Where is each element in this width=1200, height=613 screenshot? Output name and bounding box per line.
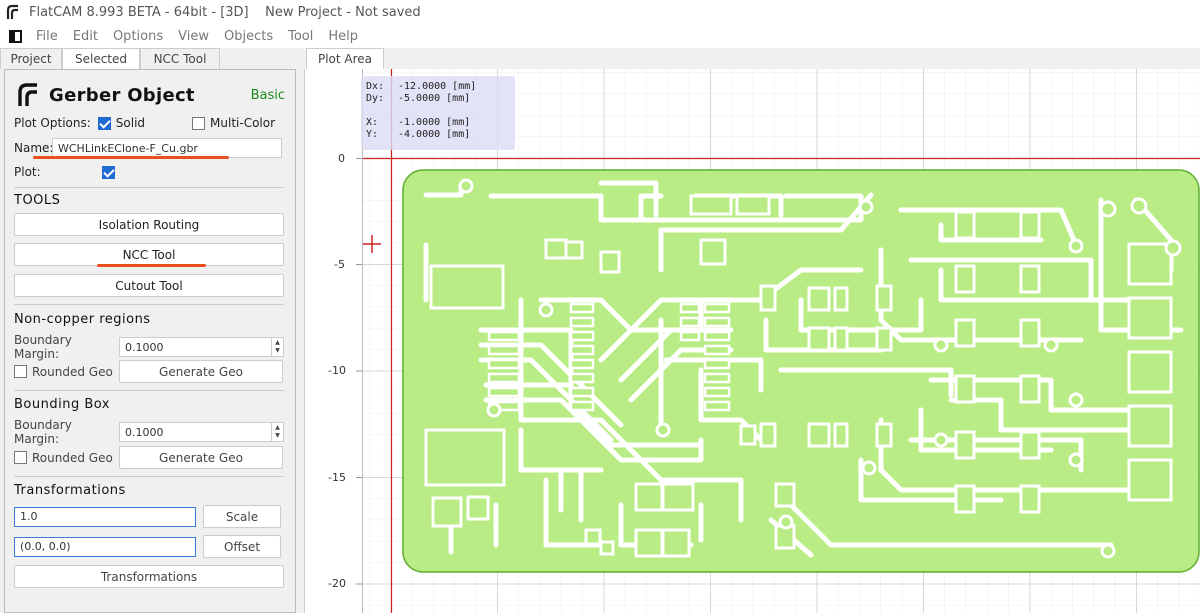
rounded-geo-label: Rounded Geo <box>32 364 113 379</box>
menu-view[interactable]: View <box>178 29 209 44</box>
divider <box>14 390 284 391</box>
noncopper-margin-value: 0.1000 <box>125 340 164 354</box>
plot-canvas[interactable]: 0 -5 -10 -15 -20 <box>304 69 1200 613</box>
x-value: -1.0000 [mm] <box>398 117 471 128</box>
y-tick-label: -10 <box>328 364 346 377</box>
menu-file[interactable]: File <box>36 29 58 44</box>
offset-input[interactable]: (0.0, 0.0) <box>14 536 196 557</box>
name-highlight-underline <box>33 156 229 159</box>
noncopper-margin-row: Boundary Margin: 0.1000 ▲ ▼ <box>14 333 284 361</box>
name-label: Name: <box>14 141 54 155</box>
y-tick-label: -5 <box>334 258 345 271</box>
flatcam-logo-icon <box>18 83 37 106</box>
window-title: FlatCAM 8.993 BETA - 64bit - [3D] New Pr… <box>29 4 421 20</box>
left-tab-bar: Project Selected NCC Tool <box>0 48 300 69</box>
transformations-button[interactable]: Transformations <box>14 565 284 588</box>
tab-selected[interactable]: Selected <box>62 48 140 69</box>
menu-edit[interactable]: Edit <box>73 29 98 44</box>
bbox-margin-input[interactable]: 0.1000 ▲ ▼ <box>119 422 284 442</box>
tab-ncc-tool[interactable]: NCC Tool <box>140 48 220 69</box>
title-bar: FlatCAM 8.993 BETA - 64bit - [3D] New Pr… <box>0 0 1200 24</box>
x-label: X: <box>366 117 379 128</box>
menu-objects[interactable]: Objects <box>224 29 273 44</box>
spin-arrows-icon[interactable]: ▲ ▼ <box>271 423 283 441</box>
transformations-title: Transformations <box>14 483 126 498</box>
noncopper-title: Non-copper regions <box>14 312 151 327</box>
divider <box>14 187 284 188</box>
ncc-highlight-underline <box>97 264 206 267</box>
plot-svg <box>305 69 1200 613</box>
bbox-title: Bounding Box <box>14 397 111 412</box>
scale-button[interactable]: Scale <box>203 505 281 528</box>
solid-label: Solid <box>115 116 146 130</box>
y-tick-label: -20 <box>328 577 346 590</box>
tools-title: TOOLS <box>14 193 61 208</box>
solid-checkbox[interactable] <box>97 116 111 130</box>
plot-checkbox[interactable] <box>102 165 115 179</box>
app-level-label[interactable]: Basic <box>251 88 285 103</box>
isolation-routing-button[interactable]: Isolation Routing <box>14 213 284 236</box>
offset-button[interactable]: Offset <box>203 535 281 558</box>
dy-value: -5.0000 [mm] <box>398 93 471 104</box>
rounded-geo-label: Rounded Geo <box>32 450 113 465</box>
object-header: Gerber Object <box>15 82 195 108</box>
y-label: Y: <box>366 129 379 140</box>
bbox-margin-value: 0.1000 <box>125 425 164 439</box>
plot-label: Plot: <box>14 165 41 179</box>
boundary-margin-label: Boundary Margin: <box>14 418 72 446</box>
plot-options-label: Plot Options: <box>14 116 91 130</box>
selected-object-panel: Gerber Object Basic Plot Options: Solid … <box>4 69 296 613</box>
name-row: Name: WCHLinkEClone-F_Cu.gbr <box>14 138 282 158</box>
spin-arrows-icon[interactable]: ▲ ▼ <box>271 338 283 356</box>
cutout-tool-button[interactable]: Cutout Tool <box>14 274 284 297</box>
bbox-rounded-row: Rounded Geo Generate Geo <box>14 446 283 469</box>
y-value: -4.0000 [mm] <box>398 129 471 140</box>
divider <box>14 476 284 477</box>
menu-tool[interactable]: Tool <box>288 29 313 44</box>
coordinate-readout: Dx: -12.0000 [mm] Dy: -5.0000 [mm] X: -1.00… <box>361 76 515 150</box>
panel-toggle-icon[interactable] <box>9 29 22 43</box>
generate-geo-button[interactable]: Generate Geo <box>119 360 283 383</box>
dx-label: Dx: <box>366 81 385 92</box>
plot-row: Plot: <box>14 165 115 179</box>
offset-row: (0.0, 0.0) Offset <box>14 535 281 558</box>
divider <box>14 304 284 305</box>
menu-options[interactable]: Options <box>113 29 163 44</box>
name-input[interactable]: WCHLinkEClone-F_Cu.gbr <box>52 138 282 158</box>
bbox-margin-row: Boundary Margin: 0.1000 ▲ ▼ <box>14 418 284 446</box>
menu-help[interactable]: Help <box>328 29 358 44</box>
pcb-copper-layer <box>402 169 1200 573</box>
object-title: Gerber Object <box>49 84 195 106</box>
noncopper-rounded-row: Rounded Geo Generate Geo <box>14 360 283 383</box>
rounded-geo-checkbox[interactable] <box>14 365 27 378</box>
flatcam-logo-icon <box>6 4 18 19</box>
generate-geo-button[interactable]: Generate Geo <box>119 446 283 469</box>
y-tick-label: -15 <box>328 471 346 484</box>
tab-plot-area[interactable]: Plot Area <box>306 48 384 69</box>
dy-label: Dy: <box>366 93 385 104</box>
y-tick-label: 0 <box>338 152 345 165</box>
multicolor-label: Multi-Color <box>210 116 276 130</box>
tab-project[interactable]: Project <box>0 48 62 69</box>
dx-value: -12.0000 [mm] <box>398 81 477 92</box>
multicolor-checkbox[interactable] <box>192 116 206 130</box>
noncopper-margin-input[interactable]: 0.1000 ▲ ▼ <box>119 337 284 357</box>
boundary-margin-label: Boundary Margin: <box>14 333 72 361</box>
plot-options-row: Plot Options: Solid Multi-Color <box>14 116 275 130</box>
rounded-geo-checkbox[interactable] <box>14 451 27 464</box>
scale-row: 1.0 Scale <box>14 505 281 528</box>
menu-bar: File Edit Options View Objects Tool Help <box>0 24 1200 48</box>
ncc-tool-button[interactable]: NCC Tool <box>14 243 284 266</box>
scale-input[interactable]: 1.0 <box>14 506 196 527</box>
